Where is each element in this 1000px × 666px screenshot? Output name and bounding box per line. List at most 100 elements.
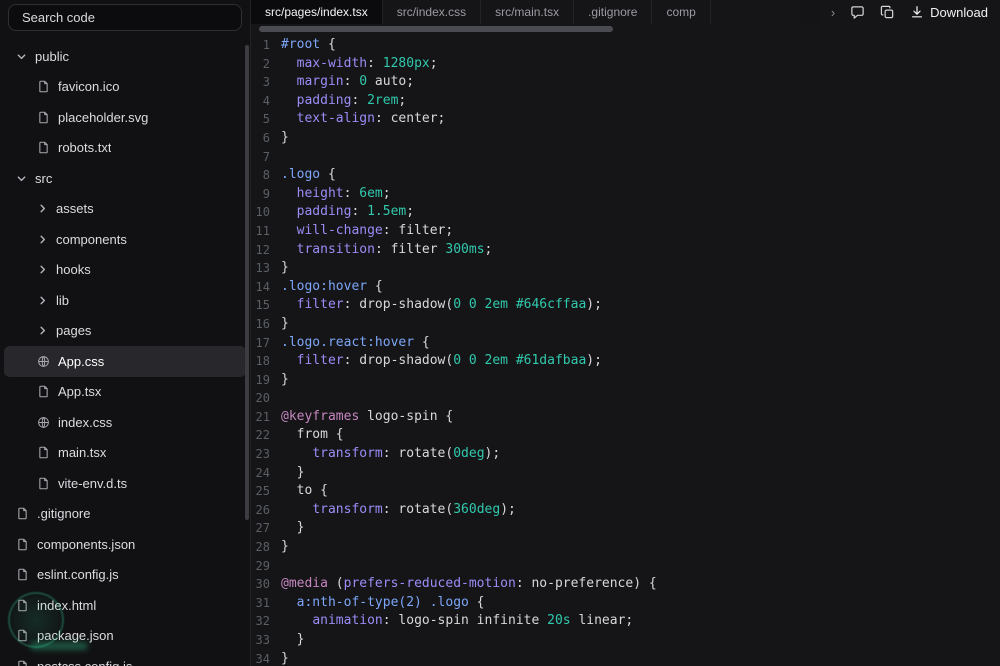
line-number: 28 — [255, 540, 270, 555]
editor-tab--gitignore[interactable]: .gitignore — [574, 0, 653, 24]
code-text: padding: 2rem; — [296, 92, 407, 108]
code-line: 31 a:nth-of-type(2) .logo { — [251, 594, 1000, 613]
code-line: 17 .logo.react:hover { — [251, 334, 1000, 353]
code-line: 5 text-align: center; — [251, 110, 1000, 129]
code-line: 14 .logo:hover { — [251, 278, 1000, 297]
code-area[interactable]: 1 #root {2 max-width: 1280px; 3 margin: 0 … — [251, 35, 1000, 666]
tree-item-label: placeholder.svg — [58, 109, 149, 125]
line-number: 9 — [262, 186, 270, 201]
line-number: 13 — [255, 261, 270, 276]
tree-item-label: public — [35, 48, 69, 64]
comment-icon[interactable] — [850, 5, 865, 20]
editor-tab-src-main-tsx[interactable]: src/main.tsx — [481, 0, 575, 24]
tree-file-placeholder-svg[interactable]: placeholder.svg — [4, 102, 246, 133]
search-input[interactable] — [20, 9, 230, 26]
line-number: 30 — [255, 577, 270, 592]
tree-file-robots-txt[interactable]: robots.txt — [4, 133, 246, 164]
editor-tab-src-pages-index-tsx[interactable]: src/pages/index.tsx — [251, 0, 383, 24]
code-text: to { — [281, 483, 328, 499]
horizontal-scrollbar-track — [251, 24, 1000, 35]
tree-folder-pages[interactable]: pages — [4, 316, 246, 347]
tree-item-label: index.css — [58, 414, 113, 430]
line-number: 24 — [255, 465, 270, 480]
line-number: 22 — [255, 428, 270, 443]
tree-file-components-json[interactable]: components.json — [4, 529, 246, 560]
tree-folder-lib[interactable]: lib — [4, 285, 246, 316]
chevron-right-icon — [37, 295, 48, 306]
tree-folder-hooks[interactable]: hooks — [4, 255, 246, 286]
code-text: will-change: filter; — [296, 222, 454, 238]
tree-file-app-css[interactable]: App.css — [4, 346, 246, 377]
code-line: 7 — [251, 148, 1000, 167]
code-line: 16} — [251, 315, 1000, 334]
code-line: 21 @keyframes logo-spin { — [251, 408, 1000, 427]
file-icon — [37, 446, 50, 459]
tree-file-index-css[interactable]: index.css — [4, 407, 246, 438]
tree-item-label: hooks — [56, 262, 91, 278]
tree-file-postcss-config-js[interactable]: postcss.config.js — [4, 651, 246, 666]
code-text: } — [281, 632, 305, 647]
line-number: 11 — [255, 223, 270, 238]
line-number: 6 — [262, 130, 270, 145]
tree-file-package-json[interactable]: package.json — [4, 621, 246, 652]
tree-item-label: pages — [56, 323, 92, 339]
code-text: } — [281, 520, 305, 536]
tree-file-vite-env-d-ts[interactable]: vite-env.d.ts — [4, 468, 246, 499]
code-line: 30 @media (prefers-reduced-motion: no-pre… — [251, 575, 1000, 594]
line-number: 2 — [262, 56, 270, 71]
code-text: } — [281, 650, 289, 666]
search-box[interactable] — [8, 4, 242, 31]
code-text: .logo { — [281, 167, 336, 183]
file-icon — [16, 507, 29, 520]
code-text: transition: filter 300ms; — [296, 241, 493, 257]
tree-file-favicon-ico[interactable]: favicon.ico — [4, 72, 246, 103]
chevron-down-icon — [16, 51, 27, 62]
line-number: 26 — [255, 502, 270, 517]
line-number: 17 — [255, 335, 270, 350]
code-line: 1 #root { — [251, 36, 1000, 55]
download-button[interactable]: Download — [910, 5, 988, 20]
code-line: 11 will-change: filter; — [251, 222, 1000, 241]
tree-item-label: components.json — [37, 536, 136, 552]
file-icon — [16, 568, 29, 581]
tree-item-label: src — [35, 170, 53, 186]
code-text: .logo:hover { — [281, 278, 383, 294]
code-line: 29 — [251, 557, 1000, 576]
file-icon — [16, 660, 29, 666]
editor-tab-src-index-css[interactable]: src/index.css — [383, 0, 482, 24]
tree-item-label: .gitignore — [37, 506, 91, 522]
line-number: 12 — [255, 242, 270, 257]
tree-file-index-html[interactable]: index.html — [4, 590, 246, 621]
sidebar-vertical-scrollbar[interactable] — [245, 45, 249, 520]
line-number: 31 — [255, 595, 270, 610]
editor-tab-comp[interactable]: comp — [652, 0, 711, 24]
code-line: 27 } — [251, 519, 1000, 538]
tree-folder-components[interactable]: components — [4, 224, 246, 255]
tree-file-main-tsx[interactable]: main.tsx — [4, 438, 246, 469]
code-line: 10 padding: 1.5em; — [251, 203, 1000, 222]
horizontal-scrollbar-thumb[interactable] — [259, 26, 613, 32]
line-number: 15 — [255, 298, 270, 313]
line-number: 18 — [255, 354, 270, 369]
tree-folder-assets[interactable]: assets — [4, 194, 246, 225]
tree-file-eslint-config-js[interactable]: eslint.config.js — [4, 560, 246, 591]
code-text: #root { — [281, 37, 336, 52]
tree-file--gitignore[interactable]: .gitignore — [4, 499, 246, 530]
line-number: 33 — [255, 633, 270, 647]
line-number: 32 — [255, 614, 270, 629]
tree-folder-public[interactable]: public — [4, 41, 246, 72]
code-line: 28} — [251, 538, 1000, 557]
code-text: @media (prefers-reduced-motion: no-prefe… — [281, 576, 657, 592]
tree-file-app-tsx[interactable]: App.tsx — [4, 377, 246, 408]
tree-folder-src[interactable]: src — [4, 163, 246, 194]
tab-overflow-chevron-icon[interactable]: › — [831, 5, 835, 20]
file-icon — [16, 599, 29, 612]
copy-icon[interactable] — [880, 5, 895, 20]
code-line: 34} — [251, 650, 1000, 666]
file-tree: public favicon.ico placeholder.svg robots.t… — [0, 31, 250, 666]
code-text: filter: drop-shadow(0 0 2em #646cffaa); — [296, 297, 602, 313]
chevron-right-icon — [37, 264, 48, 275]
css-file-icon — [37, 416, 50, 429]
tree-item-label: package.json — [37, 628, 114, 644]
tree-item-label: postcss.config.js — [37, 659, 132, 666]
